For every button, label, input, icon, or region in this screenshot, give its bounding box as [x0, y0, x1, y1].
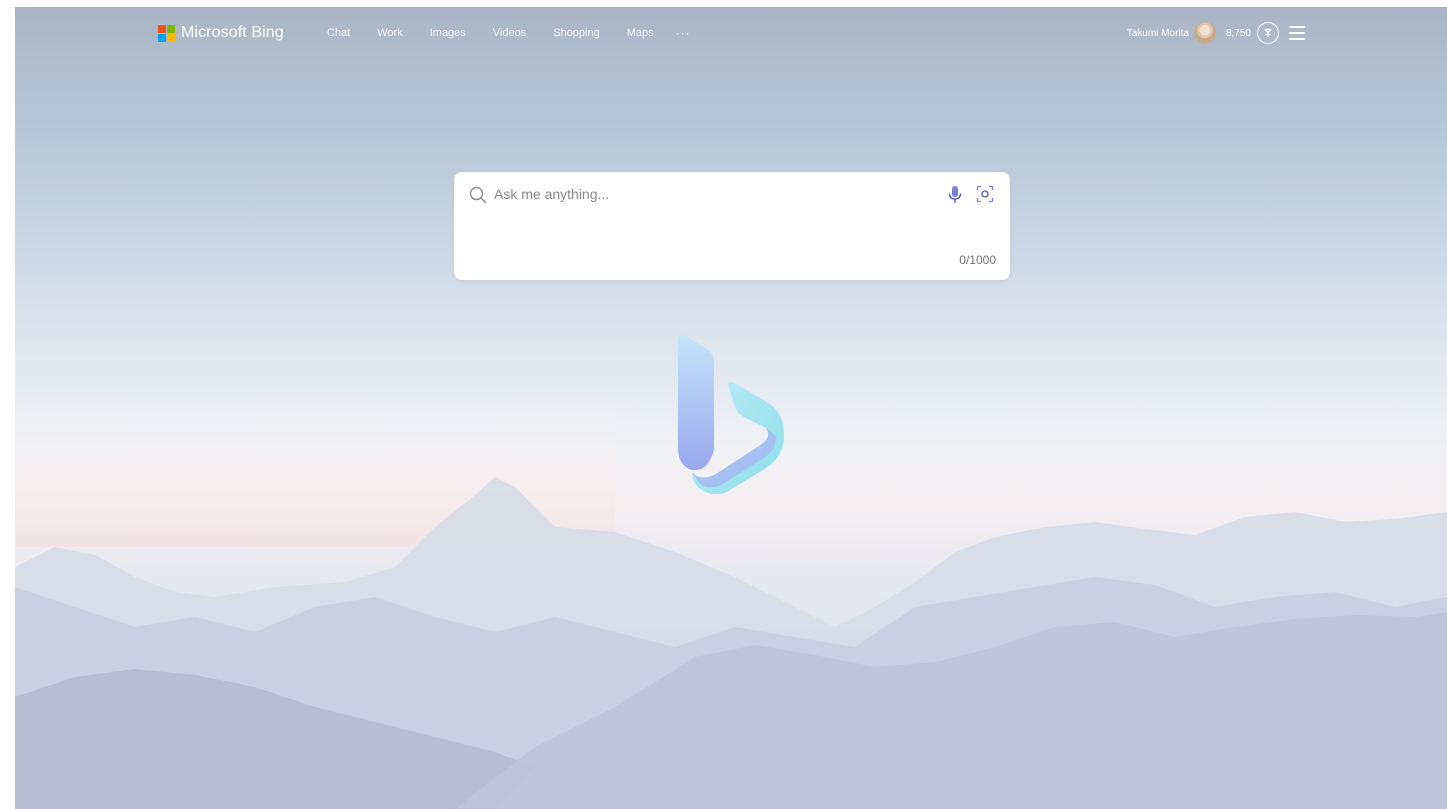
visual-search-icon[interactable] — [976, 185, 994, 203]
microphone-icon[interactable] — [947, 185, 963, 205]
page-background: Microsoft Bing Chat Work Images Videos S… — [15, 7, 1447, 809]
character-counter: 0/1000 — [959, 253, 996, 267]
nav-item-images[interactable]: Images — [430, 27, 466, 39]
microsoft-logo-icon — [158, 24, 175, 42]
brand-link[interactable]: Microsoft Bing — [158, 24, 284, 42]
avatar[interactable] — [1193, 22, 1216, 44]
search-icon — [469, 186, 487, 204]
bing-logo-icon — [678, 334, 784, 494]
nav-item-maps[interactable]: Maps — [627, 27, 654, 39]
rewards-icon[interactable] — [1257, 22, 1279, 44]
rewards-points[interactable]: 8,750 — [1226, 28, 1251, 39]
search-input[interactable] — [494, 184, 934, 204]
nav-item-work[interactable]: Work — [377, 27, 402, 39]
main-nav: Chat Work Images Videos Shopping Maps ··… — [327, 26, 691, 40]
nav-item-shopping[interactable]: Shopping — [553, 27, 600, 39]
user-name[interactable]: Takumi Morita — [1127, 28, 1189, 39]
hamburger-menu-icon[interactable] — [1289, 26, 1305, 40]
search-box: 0/1000 — [454, 172, 1010, 280]
more-menu-icon[interactable]: ··· — [676, 26, 691, 40]
brand-name: Microsoft Bing — [181, 24, 284, 41]
nav-item-chat[interactable]: Chat — [327, 27, 350, 39]
top-navigation-bar: Microsoft Bing Chat Work Images Videos S… — [15, 7, 1447, 59]
account-area: Takumi Morita 8,750 — [1127, 22, 1305, 44]
nav-item-videos[interactable]: Videos — [493, 27, 526, 39]
